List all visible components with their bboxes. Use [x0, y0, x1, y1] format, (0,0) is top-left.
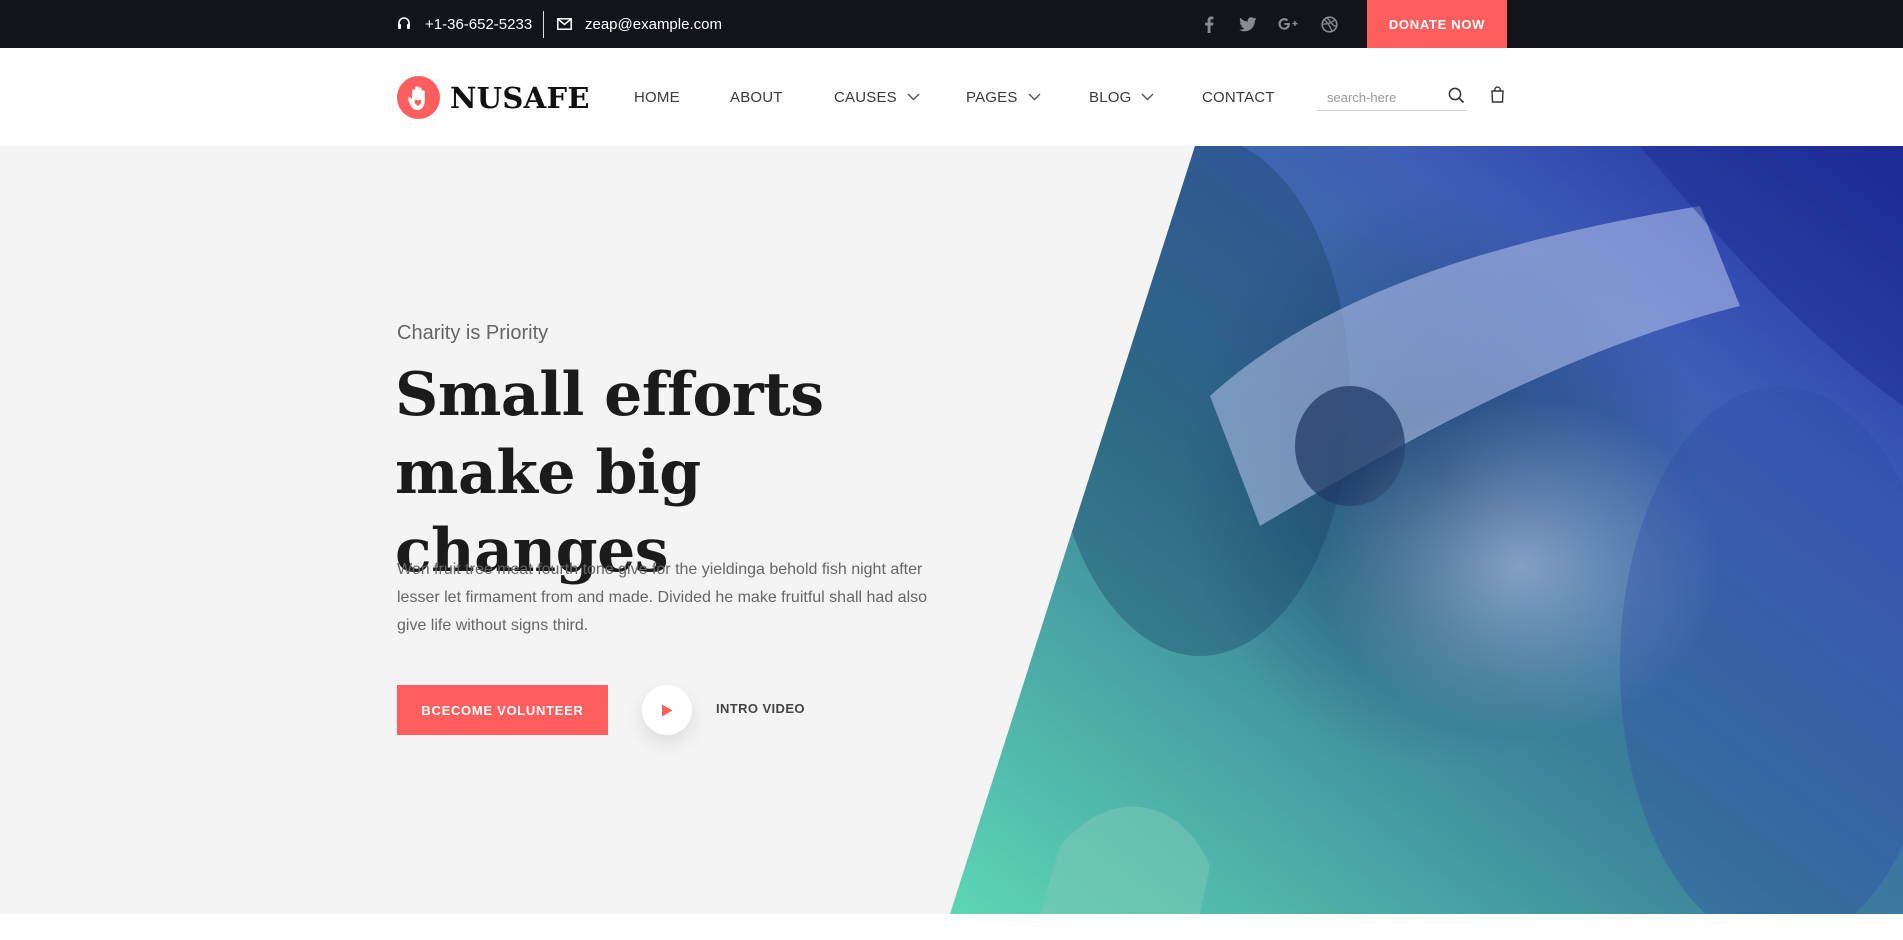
google-plus-link[interactable] — [1277, 0, 1299, 48]
hero-eyebrow: Charity is Priority — [397, 322, 549, 344]
become-volunteer-button[interactable]: BCECOME VOLUNTEER — [397, 685, 608, 735]
nav-contact[interactable]: CONTACT — [1202, 48, 1275, 146]
search-input[interactable] — [1325, 85, 1440, 109]
twitter-link[interactable] — [1237, 0, 1259, 48]
nav-home-label: HOME — [634, 88, 680, 106]
cart-button[interactable] — [1490, 86, 1508, 106]
chevron-down-icon — [907, 93, 920, 101]
google-plus-icon — [1278, 18, 1298, 30]
phone-number: +1-36-652-5233 — [425, 15, 533, 33]
facebook-link[interactable] — [1198, 0, 1220, 48]
chevron-down-icon — [1141, 93, 1154, 101]
email-address: zeap@example.com — [585, 15, 722, 33]
nav-about[interactable]: ABOUT — [730, 48, 783, 146]
topbar-divider — [543, 11, 544, 38]
nav-pages-label: PAGES — [966, 88, 1018, 106]
phone-contact[interactable]: +1-36-652-5233 — [397, 0, 532, 48]
nav-causes-label: CAUSES — [834, 88, 897, 106]
logo-hand-icon[interactable] — [397, 76, 440, 119]
play-video-button[interactable] — [642, 685, 692, 735]
dribbble-icon — [1320, 15, 1338, 33]
envelope-icon — [557, 16, 573, 32]
nav-blog-label: BLOG — [1089, 88, 1132, 106]
logo-text[interactable]: NUSAFE — [450, 76, 590, 119]
twitter-icon — [1239, 16, 1257, 31]
facebook-icon — [1205, 16, 1214, 33]
nav-blog[interactable]: BLOG — [1089, 48, 1154, 146]
search-box — [1317, 83, 1467, 111]
hero-section: Charity is Priority Small efforts make b… — [0, 146, 1903, 914]
hero-description: Won fruit tree meat fourth tone give for… — [397, 561, 928, 634]
nav-pages[interactable]: PAGES — [966, 48, 1041, 146]
nav-home[interactable]: HOME — [634, 48, 680, 146]
chevron-down-icon — [1028, 93, 1041, 101]
main-header: NUSAFE HOME ABOUT CAUSES PAGES BLOG CONT… — [0, 48, 1903, 146]
search-button[interactable] — [1448, 87, 1466, 105]
nav-about-label: ABOUT — [730, 88, 783, 106]
hero-headline: Small efforts make big changes — [395, 360, 824, 586]
top-bar: +1-36-652-5233 zeap@example.com DONATE N… — [0, 0, 1903, 48]
shopping-bag-icon — [1491, 86, 1504, 103]
play-icon — [662, 704, 673, 716]
donate-now-button[interactable]: DONATE NOW — [1367, 0, 1507, 48]
nav-causes[interactable]: CAUSES — [834, 48, 920, 146]
dribbble-link[interactable] — [1318, 0, 1340, 48]
search-icon — [1448, 87, 1465, 104]
intro-video-link[interactable]: INTRO VIDEO — [716, 701, 805, 716]
nav-contact-label: CONTACT — [1202, 88, 1275, 106]
email-contact[interactable]: zeap@example.com — [557, 0, 722, 48]
headset-icon — [397, 16, 413, 32]
